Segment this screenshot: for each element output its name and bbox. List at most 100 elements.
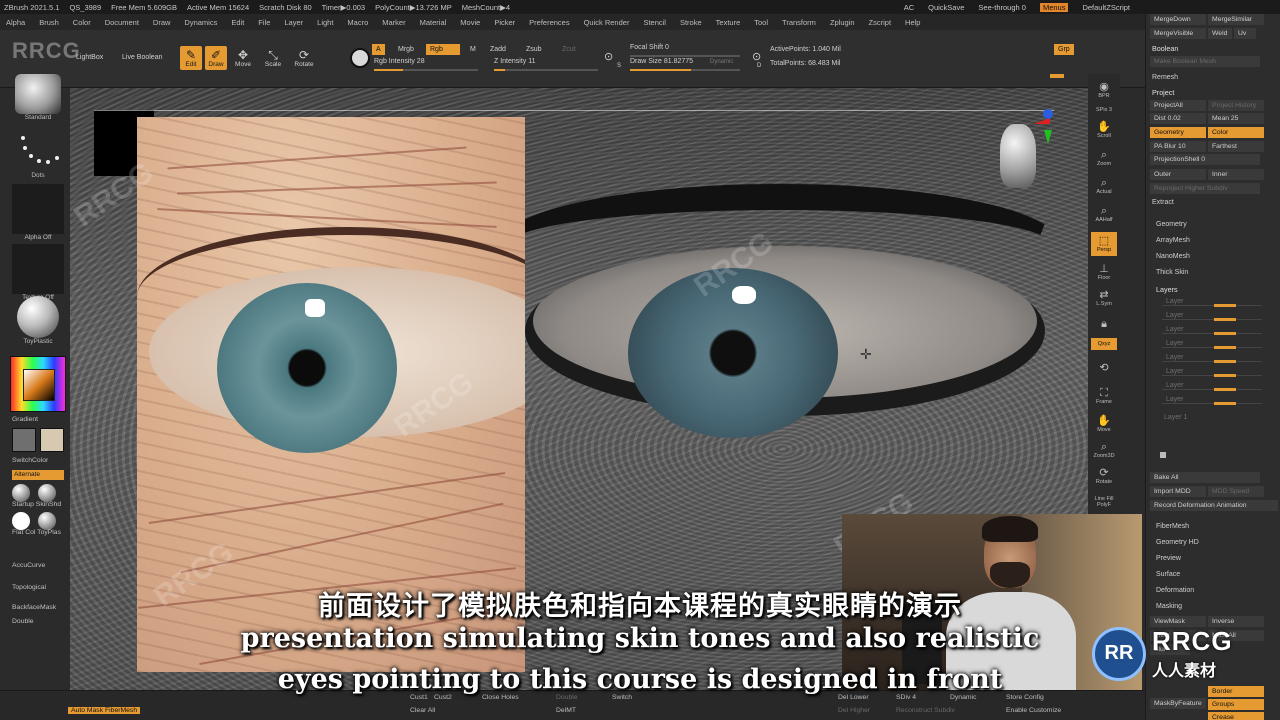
see-through-slider[interactable]: See-through 0 [978,3,1026,12]
dynamic-toggle[interactable]: Dynamic [706,56,737,67]
alpha-selector[interactable]: Alpha Off [12,184,64,241]
switchcolor-button[interactable]: SwitchColor [12,457,48,464]
del-lower-button[interactable]: Del Lower [838,694,869,701]
delmt-button[interactable]: DelMT [556,707,576,714]
enable-customize-button[interactable]: Enable Customize [1006,707,1061,714]
layer-intensity-slider[interactable] [1162,402,1262,405]
color-toggle[interactable]: Color [1208,127,1264,138]
double-button[interactable]: Double [556,694,578,701]
lock-button[interactable]: 🔒︎ [1091,312,1117,336]
layer-eye-icon[interactable] [1160,452,1166,458]
mrgb-toggle[interactable]: Mrgb [394,44,418,55]
menu-item-document[interactable]: Document [105,18,139,27]
surface-header[interactable]: Surface [1156,571,1180,578]
material-ball-icon[interactable] [12,484,30,502]
layer-row[interactable]: Layer [1166,326,1184,333]
dist-slider[interactable]: Dist 0.02 [1150,113,1206,124]
sym-rotate-button[interactable]: ⟲ [1091,356,1117,380]
zoom-button[interactable]: ⌕ Zoom [1091,146,1117,170]
menu-item-marker[interactable]: Marker [382,18,405,27]
z-intensity-slider[interactable]: Z Intensity 11 [494,58,598,71]
move-view-button[interactable]: ✋ Move [1091,412,1117,436]
sdiv-slider[interactable]: SDiv 4 [896,694,916,701]
layer-row[interactable]: Layer [1166,368,1184,375]
focal-shift-slider[interactable]: Focal Shift 0 [630,44,740,57]
outer-toggle[interactable]: Outer [1150,169,1206,180]
store-config-button[interactable]: Store Config [1006,694,1044,701]
layer-row[interactable]: Layer [1166,354,1184,361]
menu-item-stencil[interactable]: Stencil [643,18,666,27]
secondary-color-swatch[interactable] [40,428,64,452]
geometry-hd-header[interactable]: Geometry HD [1156,539,1199,546]
layers-header[interactable]: Layers [1156,285,1178,294]
thickskin-header[interactable]: Thick Skin [1156,269,1188,276]
menu-item-macro[interactable]: Macro [347,18,368,27]
live-boolean-button[interactable]: Live Boolean [118,52,166,63]
rotate-view-button[interactable]: ⟳ Rotate [1091,464,1117,488]
color-picker[interactable] [10,356,66,412]
lsym-button[interactable]: ⇄ L.Sym [1091,286,1117,310]
layer-intensity-slider[interactable] [1162,360,1262,363]
layer-intensity-slider[interactable] [1162,374,1262,377]
primary-color-swatch[interactable] [12,428,36,452]
menu-item-edit[interactable]: Edit [231,18,244,27]
mergedown-button[interactable]: MergeDown [1150,14,1206,25]
rgb-toggle[interactable]: Rgb [426,44,460,55]
project-history-button[interactable]: Project History [1208,100,1264,111]
layer-row[interactable]: Layer [1166,382,1184,389]
alternate-toggle[interactable]: Alternate [12,470,64,480]
menu-item-brush[interactable]: Brush [39,18,59,27]
zsub-toggle[interactable]: Zsub [522,44,546,55]
rgb-intensity-slider[interactable]: Rgb Intensity 28 [374,58,478,71]
lightbox-button[interactable]: LightBox [72,52,107,63]
menu-item-layer[interactable]: Layer [284,18,303,27]
reconstruct-subdiv-button[interactable]: Reconstruct Subdiv [896,707,955,714]
layer-intensity-slider[interactable] [1162,332,1262,335]
menu-item-alpha[interactable]: Alpha [6,18,25,27]
make-boolean-button[interactable]: Make Boolean Mesh [1150,56,1260,67]
layer-row[interactable]: Layer [1166,298,1184,305]
import-mdd-button[interactable]: Import MDD [1150,486,1206,497]
rotate-button[interactable]: ⟳ Rotate [292,46,316,70]
layer-row[interactable]: Layer [1166,312,1184,319]
texture-selector[interactable]: Texture Off [12,244,64,301]
boolean-header[interactable]: Boolean [1152,44,1178,53]
menu-item-dynamics[interactable]: Dynamics [184,18,217,27]
material-selector[interactable]: ToyPlastic [12,296,64,345]
a-toggle[interactable]: A [372,44,385,55]
brush-selector[interactable]: Standard [12,74,64,121]
menu-item-picker[interactable]: Picker [494,18,515,27]
menu-item-transform[interactable]: Transform [782,18,816,27]
pa-blur-slider[interactable]: PA Blur 10 [1150,141,1206,152]
cust1-button[interactable]: Cust1 [410,694,428,701]
record-deformation-button[interactable]: Record Deformation Animation [1150,500,1278,511]
aahalf-button[interactable]: ⌕ AAHalf [1091,202,1117,226]
color-picker-square[interactable] [23,369,55,401]
scale-button[interactable]: ⤡ Scale [262,46,284,70]
weld-button[interactable]: Weld [1208,28,1232,39]
m-toggle[interactable]: M [466,44,480,55]
menu-item-tool[interactable]: Tool [754,18,768,27]
persp-button[interactable]: ⬚ Persp [1091,232,1117,256]
grp-toggle[interactable]: Grp [1054,44,1074,55]
draw-button[interactable]: ✐ Draw [205,46,227,70]
groups-toggle[interactable]: Groups [1208,699,1264,710]
mergesimilar-button[interactable]: MergeSimilar [1208,14,1264,25]
menus-toggle[interactable]: Menus [1039,2,1069,12]
menu-item-quick-render[interactable]: Quick Render [584,18,630,27]
zoom3d-button[interactable]: ⌕ Zoom3D [1091,438,1117,462]
uv-button[interactable]: Uv [1234,28,1256,39]
stroke-selector[interactable]: Dots [12,132,64,179]
farthest-toggle[interactable]: Farthest [1208,141,1264,152]
menu-item-zscript[interactable]: Zscript [869,18,892,27]
projectall-button[interactable]: ProjectAll [1150,100,1206,111]
menu-item-zplugin[interactable]: Zplugin [830,18,855,27]
projectionshell-slider[interactable]: ProjectionShell 0 [1150,154,1260,165]
material-ball-icon[interactable] [38,512,56,530]
dynamic-subdiv-toggle[interactable]: Dynamic [950,694,976,701]
floor-button[interactable]: ⊥ Floor [1091,260,1117,284]
del-higher-button[interactable]: Del Higher [838,707,870,714]
menu-item-texture[interactable]: Texture [716,18,741,27]
zcut-toggle[interactable]: Zcut [558,44,580,55]
layer-intensity-slider[interactable] [1162,346,1262,349]
